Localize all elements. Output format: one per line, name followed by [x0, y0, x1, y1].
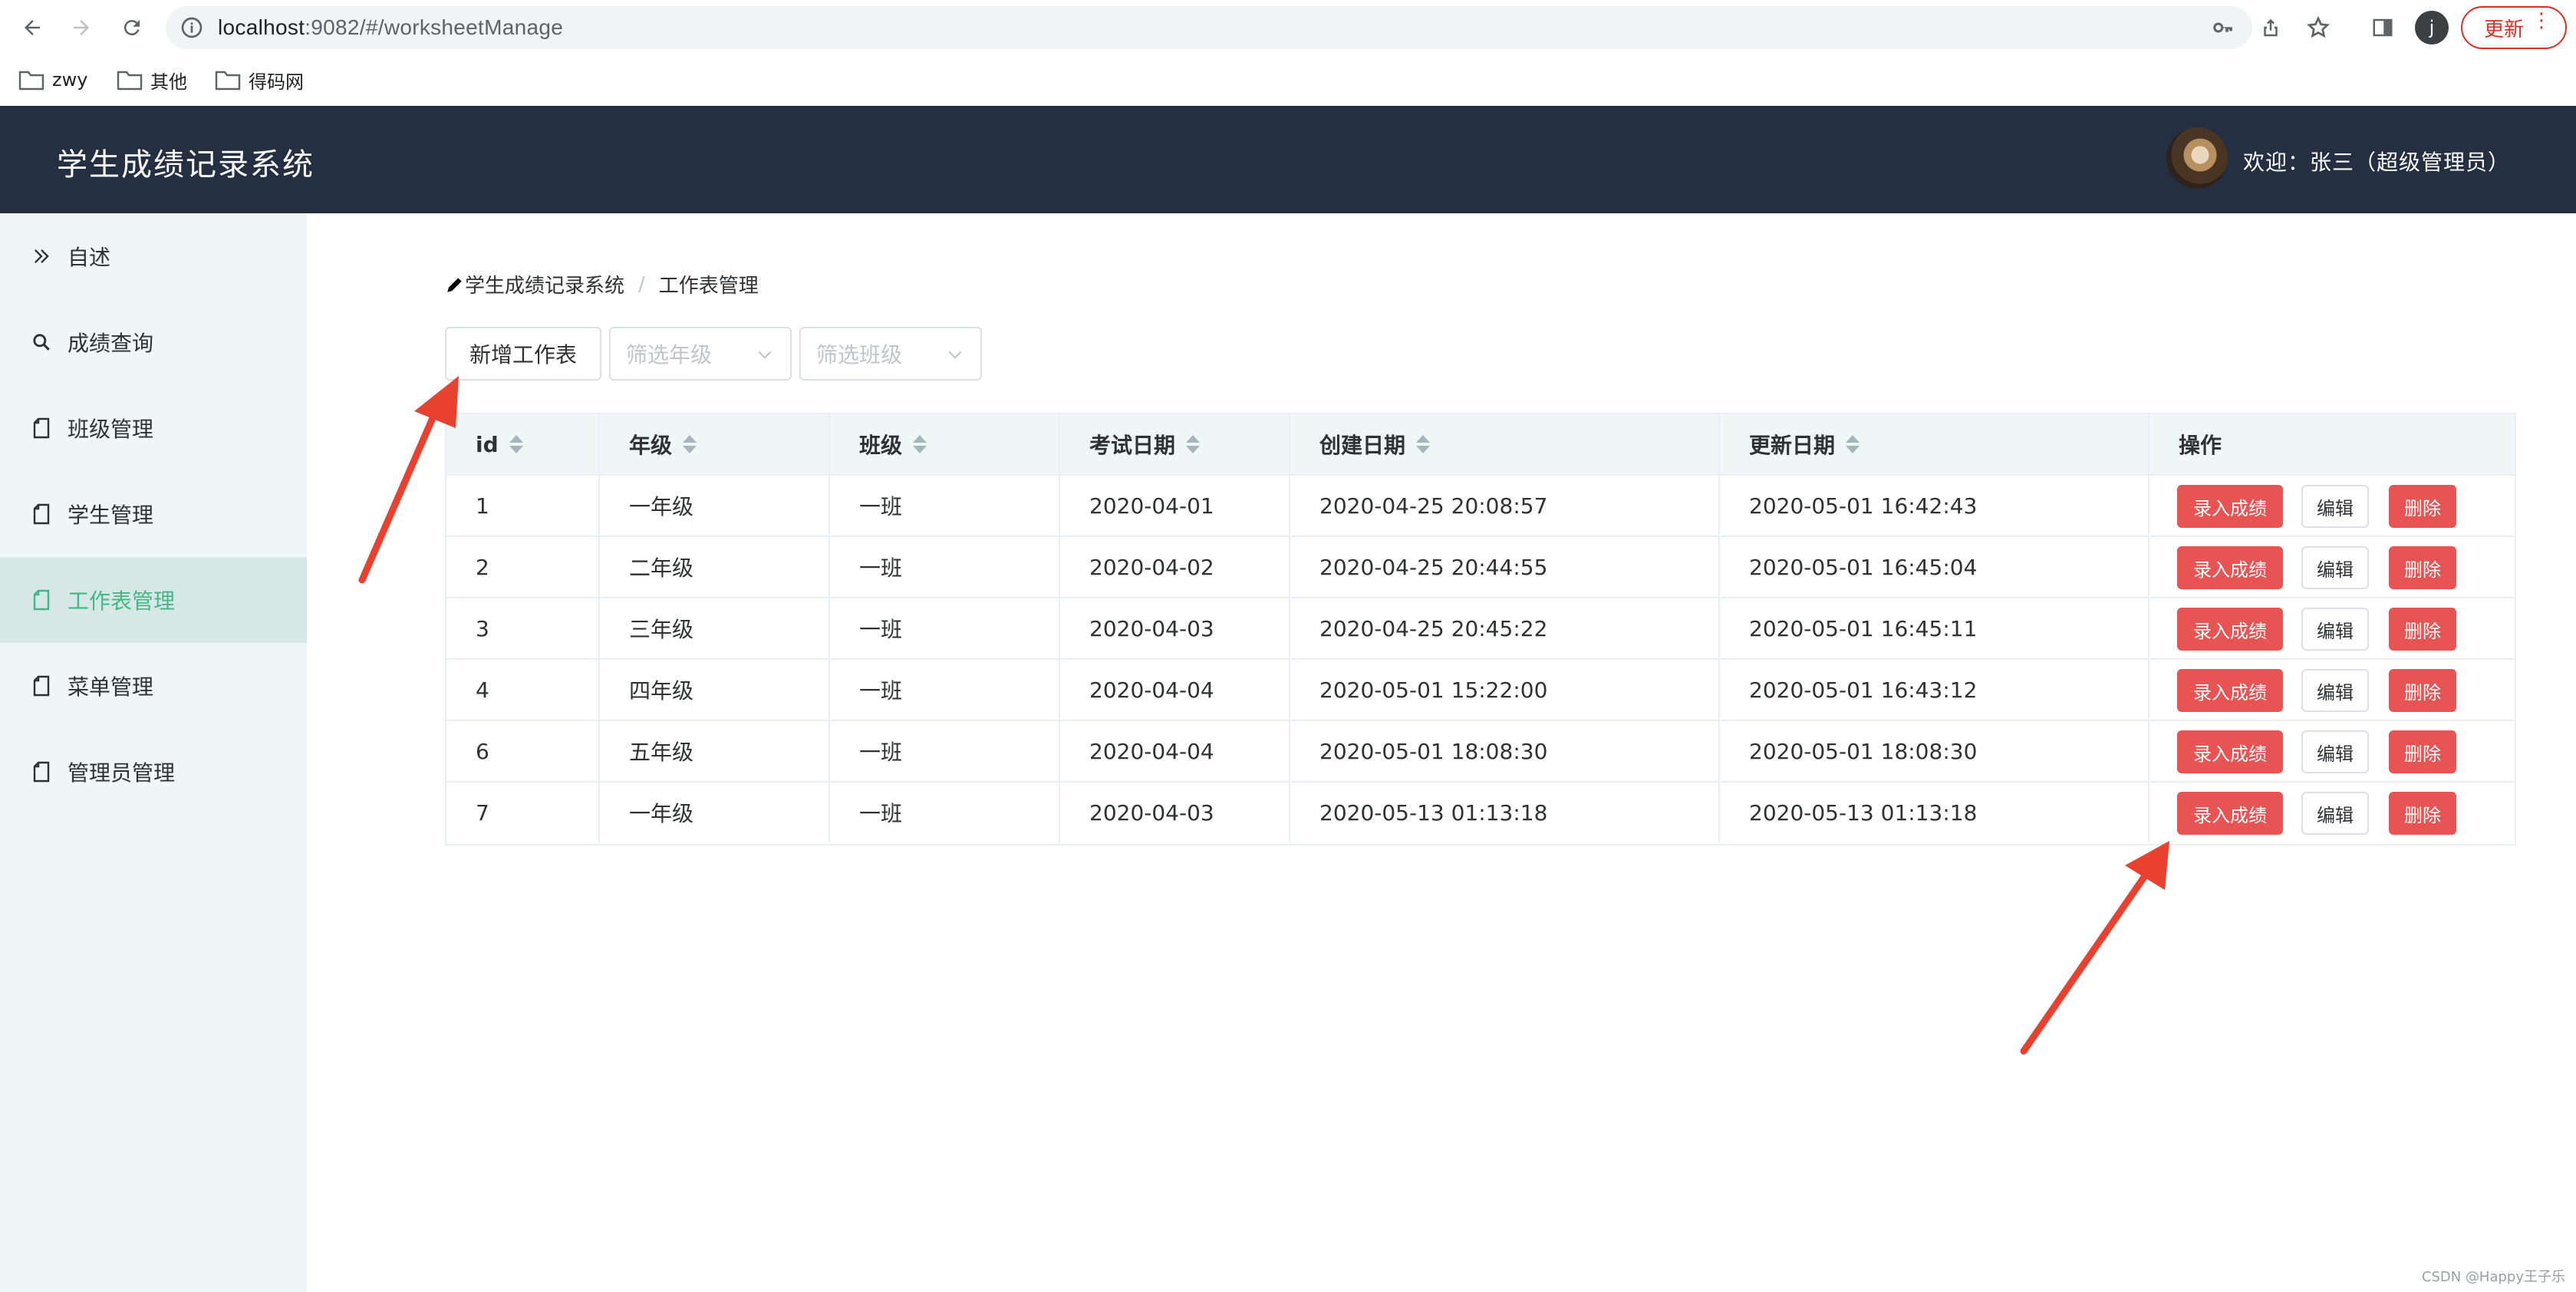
- annotation-arrow-icon: [358, 376, 459, 584]
- watermark: CSDN @Happy王子乐: [2421, 1269, 2565, 1285]
- annotation-arrow-icon: [2020, 841, 2169, 1055]
- annotation-arrows: [358, 376, 2169, 1055]
